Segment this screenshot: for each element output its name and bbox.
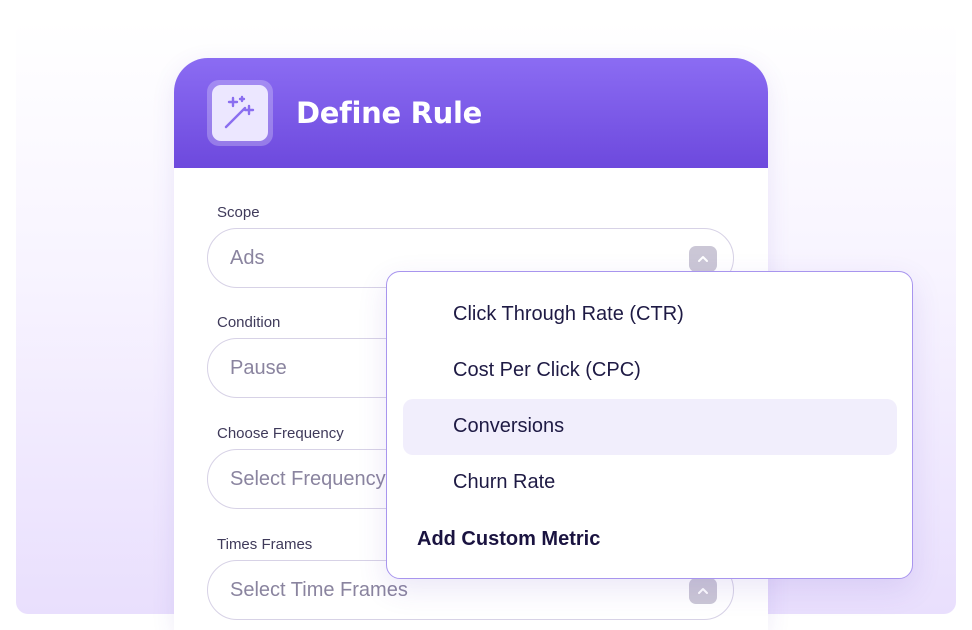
option-churn-rate[interactable]: Churn Rate: [403, 455, 897, 511]
frequency-placeholder: Select Frequency: [230, 468, 386, 490]
header-icon-frame: [207, 80, 273, 146]
metric-dropdown: Click Through Rate (CTR) Cost Per Click …: [386, 271, 913, 579]
scope-value: Ads: [230, 247, 265, 269]
card-header: Define Rule: [174, 58, 768, 168]
chevron-up-icon[interactable]: [689, 246, 717, 272]
frequency-label: Choose Frequency: [217, 425, 344, 442]
scope-label: Scope: [217, 204, 260, 221]
chevron-up-icon[interactable]: [689, 578, 717, 604]
option-conversions[interactable]: Conversions: [403, 399, 897, 455]
time-frames-label: Times Frames: [217, 536, 313, 553]
condition-label: Condition: [217, 314, 281, 331]
magic-wand-icon: [212, 85, 268, 141]
add-custom-metric-link[interactable]: Add Custom Metric: [417, 528, 600, 551]
option-label: Churn Rate: [453, 471, 556, 493]
time-frames-placeholder: Select Time Frames: [230, 579, 408, 601]
condition-value: Pause: [230, 357, 287, 379]
option-cpc[interactable]: Cost Per Click (CPC): [403, 343, 897, 399]
option-label: Conversions: [453, 415, 565, 437]
option-label: Cost Per Click (CPC): [453, 359, 641, 381]
option-label: Click Through Rate (CTR): [453, 303, 684, 325]
option-ctr[interactable]: Click Through Rate (CTR): [403, 287, 897, 343]
card-title: Define Rule: [296, 96, 482, 130]
